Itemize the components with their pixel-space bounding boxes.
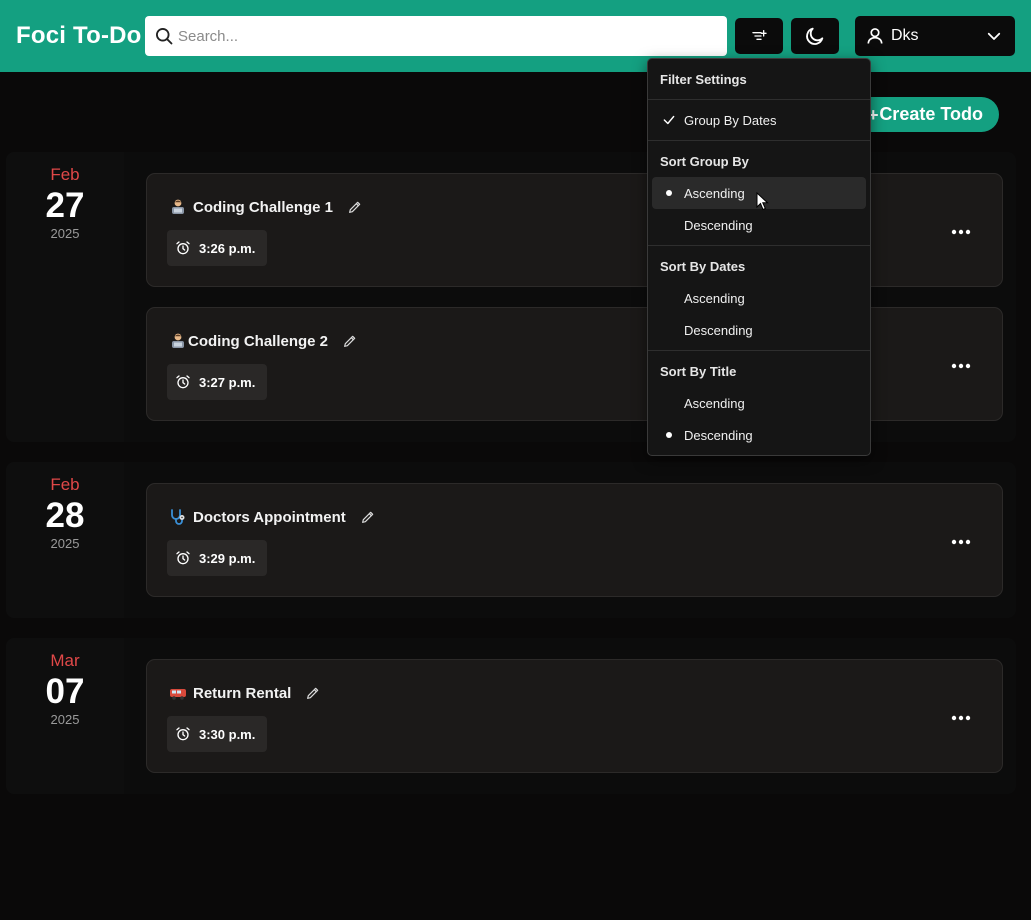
- check-icon: [663, 115, 675, 125]
- more-options-button[interactable]: [950, 708, 972, 728]
- date-year: 2025: [50, 712, 80, 727]
- todo-time: 3:27 p.m.: [199, 374, 256, 390]
- user-name: Dks: [891, 27, 919, 44]
- pencil-icon[interactable]: [360, 509, 376, 525]
- time-chip: 3:30 p.m.: [167, 716, 268, 752]
- create-todo-button[interactable]: + Create Todo: [850, 97, 999, 132]
- search-input[interactable]: [178, 21, 698, 51]
- date-year: 2025: [50, 226, 80, 241]
- date-badge: Feb 28 2025: [6, 462, 124, 618]
- mouse-cursor-icon: [756, 192, 769, 211]
- todo-time: 3:29 p.m.: [199, 550, 256, 566]
- more-dots-icon: [951, 539, 971, 545]
- search-icon: [156, 28, 173, 45]
- menu-divider: [648, 140, 870, 141]
- todo-time: 3:26 p.m.: [199, 240, 256, 256]
- date-month: Mar: [50, 651, 80, 670]
- todo-card[interactable]: Return Rental 3:30 p.m.: [146, 659, 1003, 773]
- technologist-emoji-icon: [169, 332, 187, 350]
- app-title: Foci To-Do: [16, 22, 142, 49]
- user-menu-button[interactable]: Dks: [855, 16, 1015, 56]
- alarm-clock-icon: [176, 241, 190, 255]
- date-month: Feb: [50, 165, 80, 184]
- filter-button[interactable]: [735, 18, 783, 54]
- more-options-button[interactable]: [950, 222, 972, 242]
- menu-divider: [648, 99, 870, 100]
- more-dots-icon: [951, 229, 971, 235]
- menu-divider: [648, 350, 870, 351]
- chevron-down-icon: [987, 32, 1001, 40]
- menu-item-label: Descending: [684, 322, 753, 338]
- theme-toggle-button[interactable]: [791, 18, 839, 54]
- alarm-clock-icon: [176, 375, 190, 389]
- sort-by-title-heading: Sort By Title: [660, 364, 737, 379]
- filter-menu-title: Filter Settings: [660, 72, 747, 87]
- pencil-icon[interactable]: [342, 333, 358, 349]
- todo-title-row: Coding Challenge 2: [169, 332, 358, 350]
- sort-by-title-descending[interactable]: Descending: [652, 419, 866, 451]
- more-dots-icon: [951, 363, 971, 369]
- create-todo-label: Create Todo: [879, 104, 983, 124]
- radio-dot-icon: [666, 190, 672, 196]
- menu-item-label: Descending: [684, 217, 753, 233]
- todo-card[interactable]: Coding Challenge 1 3:26 p.m.: [146, 173, 1003, 287]
- radio-dot-icon: [666, 432, 672, 438]
- date-badge: Mar 07 2025: [6, 638, 124, 794]
- sort-group-by-descending[interactable]: Descending: [652, 209, 866, 241]
- todo-card[interactable]: Doctors Appointment 3:29 p.m.: [146, 483, 1003, 597]
- date-day: 27: [45, 186, 85, 225]
- todo-card[interactable]: Coding Challenge 2 3:27 p.m.: [146, 307, 1003, 421]
- pencil-icon[interactable]: [305, 685, 321, 701]
- alarm-clock-icon: [176, 727, 190, 741]
- todo-time: 3:30 p.m.: [199, 726, 256, 742]
- todo-title: Return Rental: [193, 684, 292, 702]
- sort-by-dates-heading: Sort By Dates: [660, 259, 746, 274]
- date-day: 28: [45, 496, 85, 535]
- todo-title-row: Return Rental: [169, 684, 321, 702]
- user-icon: [867, 28, 883, 44]
- menu-item-label: Ascending: [684, 185, 745, 201]
- stethoscope-emoji-icon: [169, 508, 187, 526]
- menu-item-label: Ascending: [684, 290, 745, 306]
- sort-by-title-ascending[interactable]: Ascending: [652, 387, 866, 419]
- more-options-button[interactable]: [950, 356, 972, 376]
- menu-item-label: Ascending: [684, 395, 745, 411]
- time-chip: 3:29 p.m.: [167, 540, 268, 576]
- top-bar: Foci To-Do Dks: [0, 0, 1031, 72]
- search-box[interactable]: [145, 16, 727, 56]
- moon-icon: [806, 27, 824, 45]
- more-options-button[interactable]: [950, 532, 972, 552]
- group-by-dates-checkbox[interactable]: Group By Dates: [652, 104, 866, 136]
- time-chip: 3:26 p.m.: [167, 230, 268, 266]
- todo-title-row: Doctors Appointment: [169, 508, 376, 526]
- sort-by-dates-ascending[interactable]: Ascending: [652, 282, 866, 314]
- pencil-icon[interactable]: [347, 199, 363, 215]
- alarm-clock-icon: [176, 551, 190, 565]
- time-chip: 3:27 p.m.: [167, 364, 268, 400]
- date-badge: Feb 27 2025: [6, 152, 124, 442]
- todo-title: Coding Challenge 2: [188, 332, 329, 350]
- date-year: 2025: [50, 536, 80, 551]
- filter-icon: [752, 30, 767, 40]
- todo-title-row: Coding Challenge 1: [169, 198, 363, 216]
- date-group: Mar 07 2025 Return Rental 3:30 p.m.: [6, 638, 1016, 794]
- menu-item-label: Descending: [684, 427, 753, 443]
- sort-by-dates-descending[interactable]: Descending: [652, 314, 866, 346]
- more-dots-icon: [951, 715, 971, 721]
- date-day: 07: [45, 672, 85, 711]
- todo-title: Doctors Appointment: [193, 508, 346, 526]
- menu-item-label: Group By Dates: [684, 112, 777, 128]
- date-month: Feb: [50, 475, 80, 494]
- technologist-emoji-icon: [169, 198, 187, 216]
- sort-group-by-heading: Sort Group By: [660, 154, 749, 169]
- menu-divider: [648, 245, 870, 246]
- todo-title: Coding Challenge 1: [193, 198, 334, 216]
- date-group: Feb 28 2025 Doctors Appointment 3:29 p.m…: [6, 462, 1016, 618]
- minibus-emoji-icon: [169, 684, 187, 702]
- filter-settings-menu: Filter Settings Group By Dates Sort Grou…: [647, 58, 871, 456]
